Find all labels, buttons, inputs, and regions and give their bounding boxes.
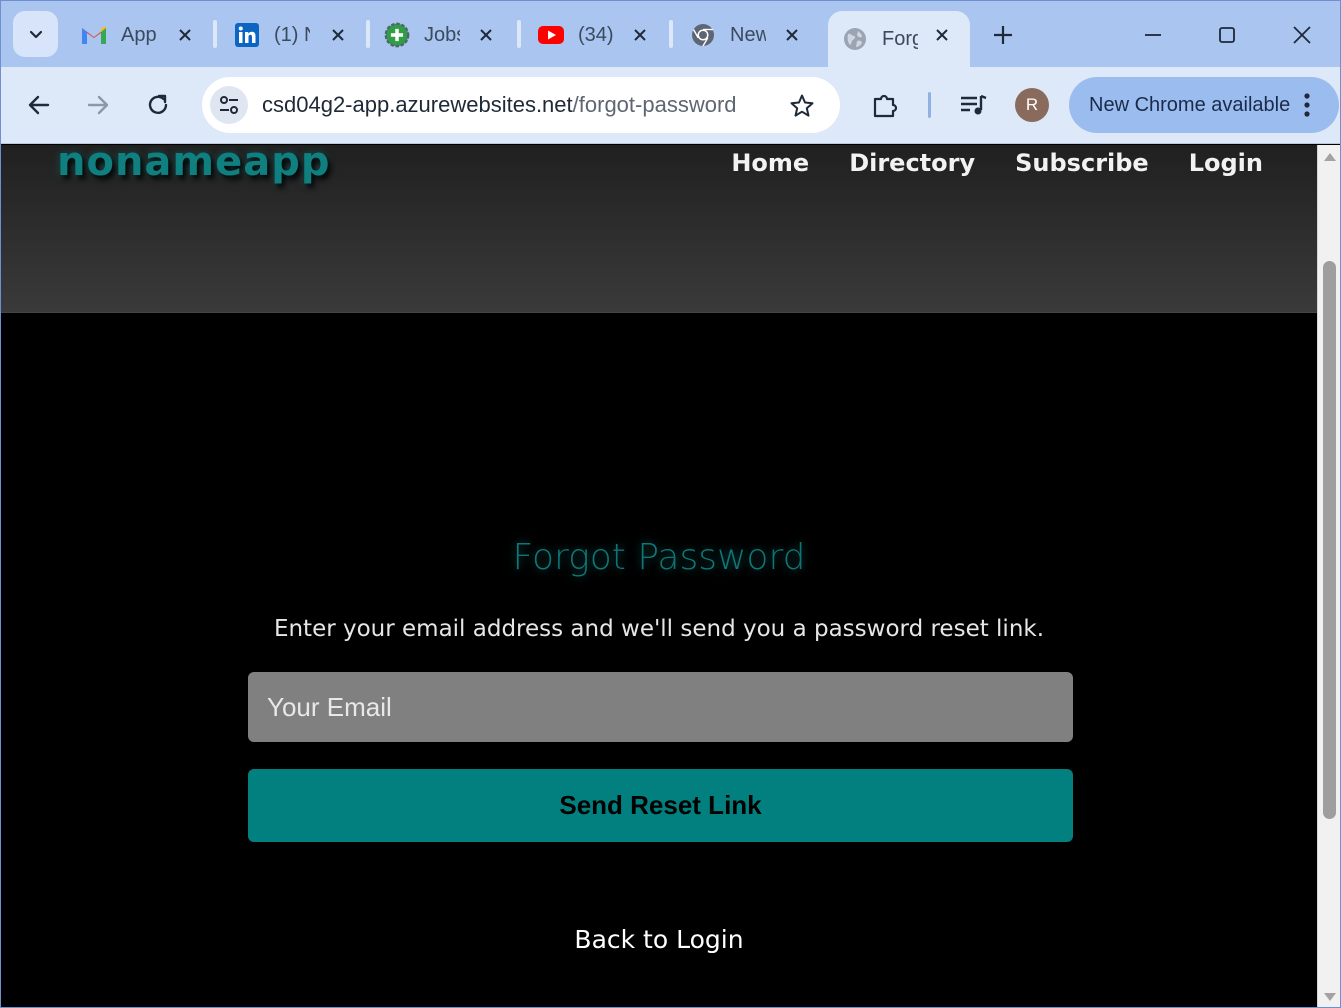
tab-linkedin[interactable]: (1) N [234,11,350,59]
forgot-password-section: Forgot Password Enter your email address… [1,313,1317,1007]
tab-search-button[interactable] [13,11,58,57]
arrow-left-icon [28,95,50,115]
scrollbar-thumb[interactable] [1323,261,1336,819]
reload-button[interactable] [142,89,174,121]
close-icon[interactable] [628,23,652,47]
send-reset-link-button[interactable]: Send Reset Link [248,769,1073,842]
url-host: csd04g2-app.azurewebsites.net [262,92,573,117]
page-title: Forgot Password [512,537,806,578]
tab-youtube[interactable]: (34) [538,11,652,59]
minimize-button[interactable] [1139,21,1167,49]
address-bar[interactable]: csd04g2-app.azurewebsites.net/forgot-pas… [202,77,840,133]
toolbar-divider [928,92,931,118]
globe-icon [842,26,868,52]
chevron-down-icon [29,30,42,39]
tab-title: New [730,23,766,46]
close-icon[interactable] [474,23,498,47]
browser-window: App (1) N Jobs (34) [0,0,1341,1008]
form-description: Enter your email address and we'll send … [273,616,1045,642]
plus-icon [994,26,1012,44]
maximize-icon [1219,27,1235,43]
extensions-button[interactable] [869,89,901,121]
reload-icon [148,94,168,114]
close-icon[interactable] [930,23,954,47]
nav-link-directory[interactable]: Directory [849,149,975,177]
update-label: New Chrome available [1089,94,1291,116]
more-vert-icon[interactable] [1297,91,1317,119]
chrome-update-button[interactable]: New Chrome available [1069,77,1339,133]
tab-title: (1) N [274,23,310,46]
scroll-up-arrow-icon[interactable] [1324,153,1336,161]
scroll-down-arrow-icon[interactable] [1324,993,1336,1001]
bookmark-star-button[interactable] [787,91,817,121]
linkedin-icon [234,22,260,48]
back-button[interactable] [23,89,55,121]
page-viewport: nonameapp Home Directory Subscribe Login… [1,145,1317,1007]
email-field[interactable] [248,672,1073,742]
site-info-button[interactable] [210,86,248,124]
puzzle-icon [873,94,898,118]
tab-title: Jobs [424,23,460,46]
tab-jobs[interactable]: Jobs [384,11,498,59]
tab-separator [213,20,217,48]
close-icon[interactable] [326,23,350,47]
close-icon[interactable] [780,23,804,47]
site-logo[interactable]: nonameapp [57,145,331,185]
tab-title: Forg [882,27,918,50]
close-icon[interactable] [173,23,197,47]
page-scrollbar[interactable] [1317,145,1340,1007]
url-text[interactable]: csd04g2-app.azurewebsites.net/forgot-pas… [262,92,737,118]
tab-forgot-password[interactable]: Forg [828,11,970,67]
tab-title: App [121,23,157,46]
profile-avatar[interactable]: R [1015,88,1049,122]
tab-new-tab[interactable]: New [690,11,804,59]
maximize-button[interactable] [1213,21,1241,49]
chrome-icon [690,22,716,48]
browser-toolbar: csd04g2-app.azurewebsites.net/forgot-pas… [1,67,1340,144]
nav-link-login[interactable]: Login [1189,149,1263,177]
tune-icon [220,96,238,114]
forward-button[interactable] [82,89,114,121]
minimize-icon [1145,34,1161,36]
tab-title: (34) [578,23,614,46]
close-icon [1293,26,1311,44]
site-header: nonameapp Home Directory Subscribe Login [1,145,1317,313]
youtube-icon [538,22,564,48]
tab-separator [366,20,370,48]
tab-separator [517,20,521,48]
star-icon [790,94,814,117]
url-path: /forgot-password [572,92,737,117]
nav-link-subscribe[interactable]: Subscribe [1015,149,1149,177]
playlist-music-icon [961,94,987,115]
back-to-login-link[interactable]: Back to Login [1,925,1317,954]
site-nav: Home Directory Subscribe Login [731,149,1263,177]
arrow-right-icon [87,95,109,115]
tab-gmail[interactable]: App [81,11,197,59]
gmail-icon [81,22,107,48]
window-close-button[interactable] [1288,21,1316,49]
tab-separator [669,20,673,48]
nav-link-home[interactable]: Home [731,149,809,177]
new-tab-button[interactable] [989,21,1017,49]
tab-strip: App (1) N Jobs (34) [1,1,1340,67]
jobs-site-icon [384,22,410,48]
media-controls-button[interactable] [957,89,989,121]
